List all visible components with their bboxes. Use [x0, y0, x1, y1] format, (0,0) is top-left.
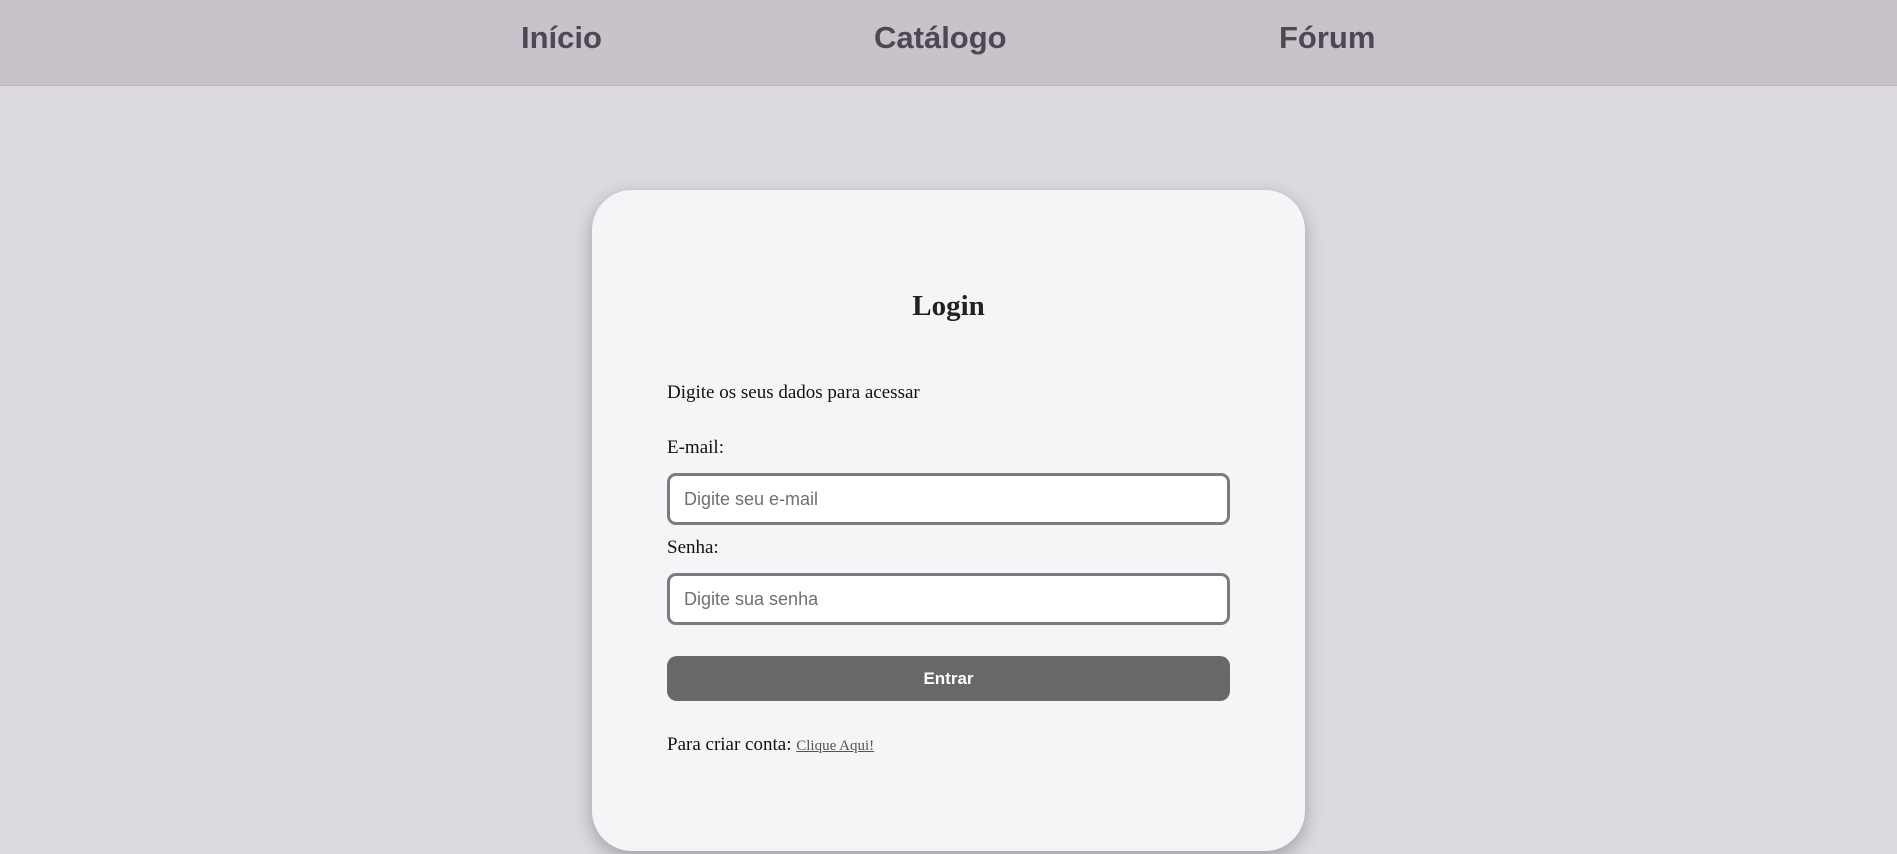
email-label: E-mail: [667, 437, 724, 458]
password-label: Senha: [667, 537, 719, 558]
nav-link-inicio[interactable]: Início [521, 18, 602, 58]
password-field[interactable] [667, 573, 1230, 625]
signup-link[interactable]: Clique Aqui! [796, 738, 874, 754]
signup-prompt-line: Para criar conta: Clique Aqui! [667, 734, 874, 756]
email-field[interactable] [667, 473, 1230, 525]
top-nav: Início Catálogo Fórum [0, 0, 1897, 86]
login-title: Login [912, 290, 985, 322]
nav-link-catalogo[interactable]: Catálogo [874, 18, 1007, 58]
signup-prompt: Para criar conta: [667, 734, 797, 755]
login-button[interactable]: Entrar [667, 656, 1230, 701]
login-subtitle: Digite os seus dados para acessar [667, 382, 920, 403]
nav-link-forum[interactable]: Fórum [1279, 18, 1375, 58]
